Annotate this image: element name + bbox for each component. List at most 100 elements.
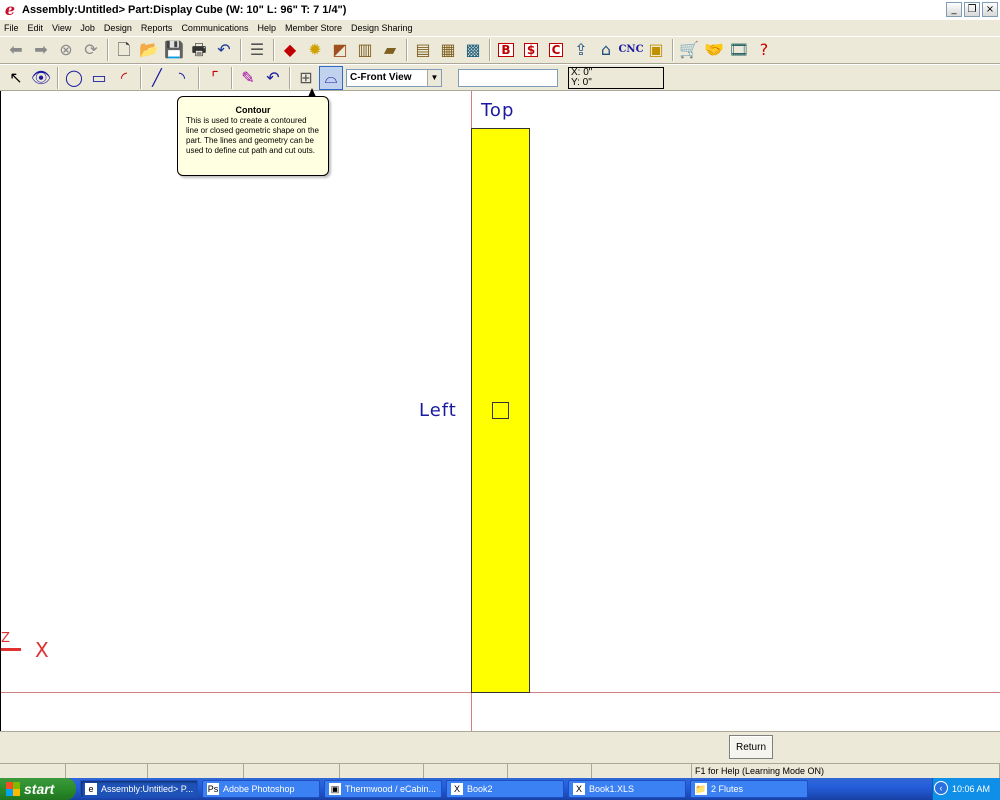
coordinate-readout: X: 0" Y: 0" (568, 66, 664, 89)
toolbar-separator (198, 66, 200, 89)
taskbar-task[interactable]: X Book1.XLS (568, 780, 686, 798)
curve-tool-button[interactable]: ◝ (170, 66, 194, 90)
properties-button[interactable]: ☰ (245, 38, 269, 62)
save-button[interactable]: 💾 (162, 38, 186, 62)
price-report-button[interactable]: $ (519, 38, 543, 62)
grid-button[interactable]: ⊞ (294, 66, 318, 90)
menu-design-sharing[interactable]: Design Sharing (351, 23, 413, 33)
cabinet-library-button[interactable]: ▦ (436, 38, 460, 62)
menu-job[interactable]: Job (80, 23, 95, 33)
new-file-icon: 🗋 (117, 40, 131, 59)
menu-view[interactable]: View (52, 23, 71, 33)
back-arrow-button[interactable]: ⬅ (4, 38, 28, 62)
upload-button[interactable]: ⇪ (569, 38, 593, 62)
value-input[interactable] (458, 68, 558, 87)
menu-communications[interactable]: Communications (181, 23, 248, 33)
grid-icon: ⊞ (299, 67, 313, 87)
close-button[interactable]: × (982, 2, 998, 17)
drawing-toolbar: ↖ 👁 ◯ ▭ ◜ ╱ ◝ ⌜ ✎ ↶ ⊞ ⌓ C-Front View ▼ X: 0" Y: 0" (0, 64, 1000, 91)
new-file-button[interactable]: 🗋 (112, 38, 136, 62)
taskbar-task[interactable]: e Assembly:Untitled> P... (80, 780, 198, 798)
menu-edit[interactable]: Edit (28, 23, 44, 33)
eraser-button[interactable]: ✎ (236, 66, 260, 90)
status-cell-3 (148, 764, 244, 779)
line-tool-button[interactable]: ╱ (145, 66, 169, 90)
axis-origin-marker (1, 648, 21, 651)
print-button[interactable]: 🖶 (187, 38, 211, 62)
status-cell-1 (0, 764, 66, 779)
film-button[interactable]: 🎞 (727, 38, 751, 62)
cutlist-report-button[interactable]: C (544, 38, 568, 62)
help-button[interactable]: ? (752, 38, 776, 62)
toolbar-separator (57, 66, 59, 89)
handshake-button[interactable]: 🤝 (702, 38, 726, 62)
layout-button[interactable]: ▣ (644, 38, 668, 62)
open-folder-button[interactable]: 📂 (137, 38, 161, 62)
toolbar-separator (289, 66, 291, 89)
menu-member-store[interactable]: Member Store (285, 23, 342, 33)
arc-tool-button[interactable]: ◜ (112, 66, 136, 90)
board-button[interactable]: ▰ (378, 38, 402, 62)
cnc-button[interactable]: CNC (618, 38, 643, 62)
toolbar-separator (107, 39, 109, 61)
cutlist-report-icon: C (548, 43, 564, 57)
forward-arrow-button[interactable]: ➡ (29, 38, 53, 62)
status-cell-4 (244, 764, 340, 779)
toolbar-separator (406, 39, 408, 61)
edge-profile-button[interactable]: ◩ (328, 38, 352, 62)
cart-button[interactable]: 🛒 (677, 38, 701, 62)
chevron-down-icon[interactable]: ▼ (427, 69, 441, 86)
taskbar-task[interactable]: 📁 2 Flutes (690, 780, 808, 798)
taskbar-task[interactable]: X Book2 (446, 780, 564, 798)
status-cell-7 (508, 764, 592, 779)
refresh-button[interactable]: ⟳ (79, 38, 103, 62)
stop-button[interactable]: ⊗ (54, 38, 78, 62)
drawing-tools: ↖ 👁 ◯ ▭ ◜ ╱ ◝ ⌜ ✎ ↶ ⊞ ⌓ (4, 65, 344, 90)
restore-button[interactable]: ❐ (964, 2, 980, 17)
axis-z-label: Z (1, 631, 10, 646)
rectangle-tool-button[interactable]: ▭ (87, 66, 111, 90)
contour-tool-icon: ⌓ (324, 67, 338, 87)
eraser-icon: ✎ (241, 67, 255, 87)
return-button[interactable]: Return (729, 735, 773, 759)
material-button[interactable]: ◆ (278, 38, 302, 62)
house-button[interactable]: ⌂ (594, 38, 618, 62)
circle-tool-button[interactable]: ◯ (62, 66, 86, 90)
taskbar: start e Assembly:Untitled> P... Ps Adobe Ph… (0, 778, 1000, 800)
app-logo-icon: e (4, 0, 16, 19)
tooltip-title: Contour (235, 105, 271, 115)
status-cell-5 (340, 764, 424, 779)
drawing-canvas[interactable]: Top Left Z X (0, 91, 1000, 731)
contour-tool-button[interactable]: ⌓ (319, 65, 343, 90)
cabinet-button[interactable]: ▤ (411, 38, 435, 62)
settings-sun-button[interactable]: ✹ (303, 38, 327, 62)
doors-button[interactable]: ▥ (353, 38, 377, 62)
undo-button[interactable]: ↶ (212, 38, 236, 62)
tooltip-body: This is used to create a contoured line … (186, 116, 319, 155)
menu-design[interactable]: Design (104, 23, 132, 33)
properties-icon: ☰ (249, 40, 265, 59)
catalog-button[interactable]: ▩ (461, 38, 485, 62)
minimize-button[interactable]: _ (946, 2, 962, 17)
start-button[interactable]: start (0, 778, 76, 800)
save-icon: 💾 (164, 40, 184, 59)
part-center-marker[interactable] (492, 402, 509, 419)
view-select[interactable]: C-Front View ▼ (346, 68, 442, 87)
eye-button[interactable]: 👁 (29, 66, 53, 90)
menu-help[interactable]: Help (257, 23, 276, 33)
taskbar-task[interactable]: Ps Adobe Photoshop (202, 780, 320, 798)
menu-file[interactable]: File (4, 23, 19, 33)
circle-tool-icon: ◯ (65, 67, 83, 87)
corner-tool-button[interactable]: ⌜ (203, 66, 227, 90)
taskbar-task[interactable]: ▣ Thermwood / eCabin... (324, 780, 442, 798)
task-label: 2 Flutes (711, 784, 744, 794)
bid-report-button[interactable]: B (494, 38, 518, 62)
main-toolbar: ⬅ ➡ ⊗ ⟳ 🗋 📂 💾 🖶 ↶ ☰ ◆ ✹ ◩ ▥ ▰ ▤ ▦ ▩ B $ C ⇪ ⌂ CNC ▣ 🛒 🤝 🎞? (0, 36, 1000, 64)
tray-expand-icon[interactable]: ‹ (934, 781, 948, 795)
pointer-button[interactable]: ↖ (4, 66, 28, 90)
house-icon: ⌂ (600, 40, 612, 59)
label-left: Left (419, 400, 457, 421)
undo-drawing-button[interactable]: ↶ (261, 66, 285, 90)
task-app-icon: e (85, 783, 97, 795)
menu-reports[interactable]: Reports (141, 23, 173, 33)
